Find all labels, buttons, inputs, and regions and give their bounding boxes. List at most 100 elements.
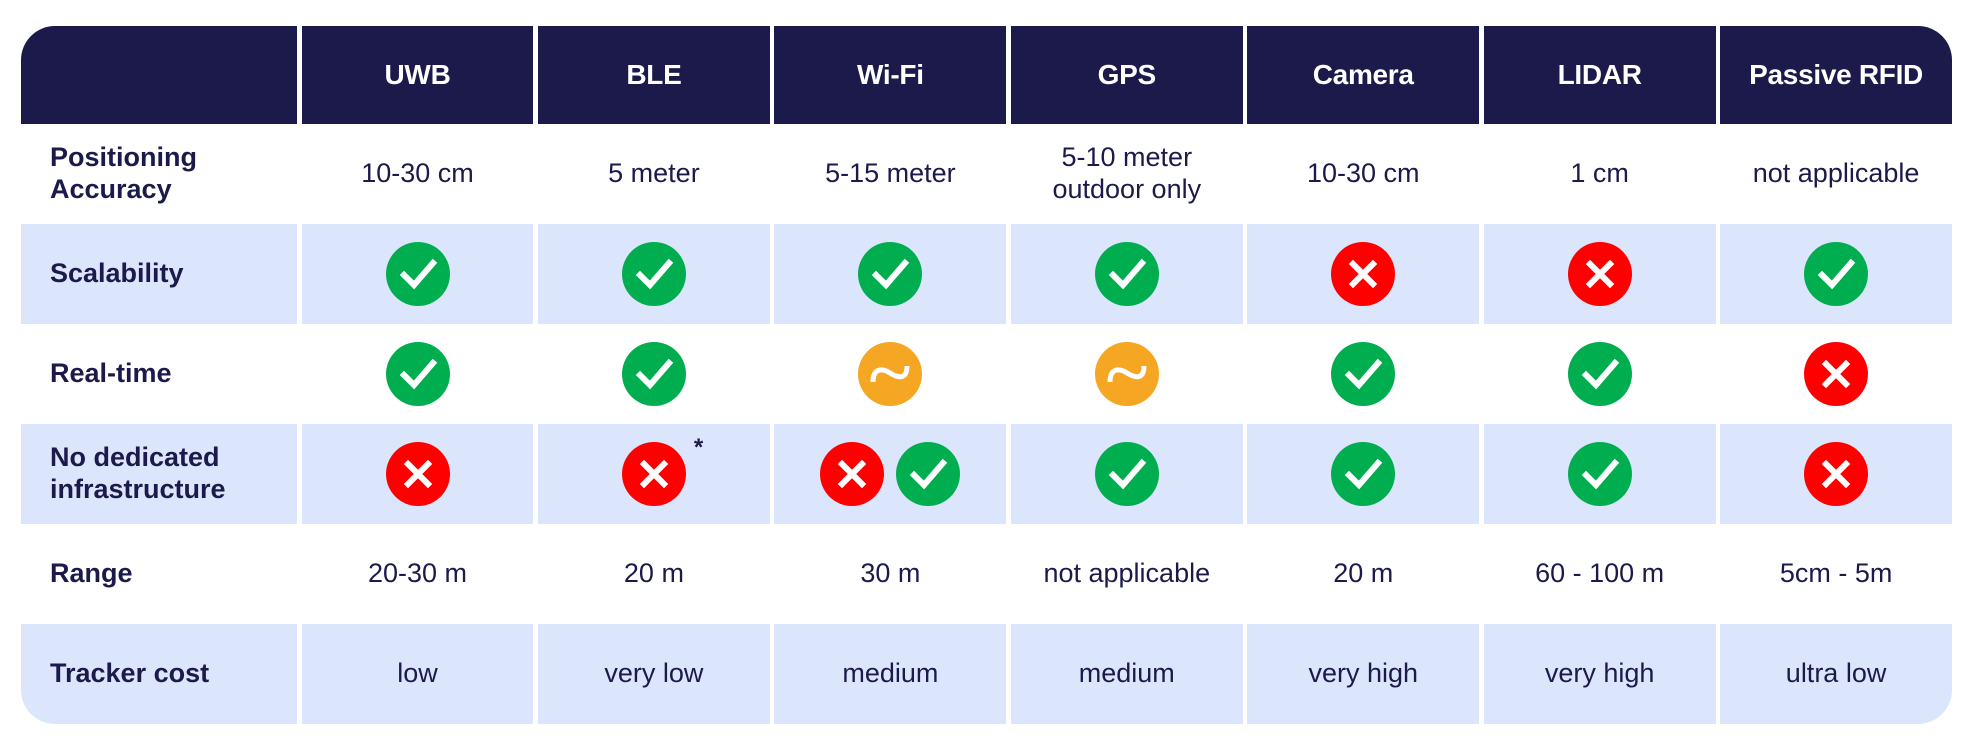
row-label-positioning-accuracy: Positioning Accuracy	[21, 124, 297, 224]
row-label-text: No dedicated infrastructure	[50, 442, 226, 506]
cell-no-dedicated-infrastructure-camera	[1247, 424, 1480, 524]
column-header-label: Wi-Fi	[857, 59, 924, 91]
footnote-asterisk: *	[693, 434, 704, 461]
cell-value: not applicable	[1043, 558, 1211, 589]
column-header-label: GPS	[1097, 59, 1157, 91]
cell-icons	[1094, 242, 1159, 306]
cell-icons	[820, 442, 961, 506]
cell-scalability-wi-fi	[774, 224, 1007, 324]
row-label-line: No dedicated	[50, 442, 220, 473]
cell-positioning-accuracy-passive-rfid: not applicable	[1720, 124, 1952, 224]
cell-real-time-ble	[538, 324, 770, 424]
check-icon	[1567, 342, 1632, 406]
row-label-text: Real-time	[50, 358, 172, 390]
column-header-camera: Camera	[1247, 26, 1480, 124]
cell-scalability-ble	[538, 224, 770, 324]
column-header-passive-rfid: Passive RFID	[1720, 26, 1952, 124]
cross-icon	[1331, 242, 1396, 306]
row-label-line: Positioning	[50, 142, 197, 173]
cell-range-uwb: 20-30 m	[302, 524, 534, 624]
cell-range-lidar: 60 - 100 m	[1484, 524, 1716, 624]
row-label-line: Accuracy	[50, 174, 172, 204]
column-header-label: Camera	[1312, 59, 1414, 91]
check-icon	[1567, 442, 1632, 506]
row-label-text: Tracker cost	[50, 658, 209, 690]
check-icon	[1094, 442, 1159, 506]
cell-no-dedicated-infrastructure-uwb	[301, 424, 534, 524]
cell-range-wi-fi: 30 m	[774, 524, 1006, 624]
cell-positioning-accuracy-gps: 5-10 meter outdoor only	[1011, 124, 1243, 224]
row-label-text: Scalability	[50, 258, 184, 290]
cell-icons	[858, 242, 923, 306]
cell-tracker-cost-camera: very high	[1247, 624, 1480, 724]
row-label-text: Range	[50, 558, 133, 590]
cell-icons	[1804, 342, 1869, 406]
row-label-line: Range	[50, 558, 133, 589]
cell-icons	[1567, 442, 1632, 506]
cell-icons	[1331, 442, 1396, 506]
cell-real-time-passive-rfid	[1720, 324, 1952, 424]
cell-icons	[621, 242, 686, 306]
approx-icon	[858, 342, 923, 406]
cell-icons	[1094, 442, 1159, 506]
cell-scalability-uwb	[301, 224, 534, 324]
cell-positioning-accuracy-lidar: 1 cm	[1484, 124, 1716, 224]
cell-value: 5cm - 5m	[1779, 558, 1893, 589]
cell-scalability-camera	[1247, 224, 1480, 324]
cell-value: 30 m	[860, 558, 921, 589]
row-label-line: Tracker cost	[50, 658, 210, 689]
cell-value: 1 cm	[1570, 158, 1629, 189]
cell-no-dedicated-infrastructure-wi-fi	[774, 424, 1007, 524]
check-icon	[1804, 242, 1869, 306]
cell-icons	[385, 442, 450, 506]
column-header-label: UWB	[384, 59, 451, 91]
cell-value-line: outdoor only	[1052, 174, 1202, 204]
cell-no-dedicated-infrastructure-ble: *	[538, 424, 770, 524]
row-label-tracker-cost: Tracker cost	[21, 624, 297, 724]
cell-value-line: 5-10 meter	[1061, 142, 1193, 173]
column-header-label: LIDAR	[1557, 59, 1642, 91]
cell-scalability-gps	[1010, 224, 1243, 324]
column-header-wi-fi: Wi-Fi	[774, 26, 1007, 124]
check-icon	[1094, 242, 1159, 306]
cell-scalability-passive-rfid	[1720, 224, 1952, 324]
cell-icons	[1567, 242, 1632, 306]
cell-value: 20 m	[1333, 558, 1394, 589]
cell-range-ble: 20 m	[538, 524, 770, 624]
cell-icons	[858, 342, 923, 406]
cell-icons	[1567, 342, 1632, 406]
column-header-label: BLE	[626, 59, 682, 91]
cell-value: very high	[1308, 658, 1418, 689]
cross-icon	[1804, 342, 1869, 406]
cell-tracker-cost-passive-rfid: ultra low	[1720, 624, 1952, 724]
cell-real-time-camera	[1247, 324, 1479, 424]
column-header-label: Passive RFID	[1749, 59, 1923, 91]
cell-value: medium	[842, 658, 939, 689]
cell-value: very high	[1544, 658, 1655, 689]
cross-icon	[1804, 442, 1869, 506]
check-icon	[1331, 442, 1396, 506]
cell-tracker-cost-lidar: very high	[1483, 624, 1716, 724]
header-corner	[21, 26, 297, 124]
cell-positioning-accuracy-camera: 10-30 cm	[1247, 124, 1479, 224]
check-icon	[896, 442, 961, 506]
cell-real-time-lidar	[1484, 324, 1716, 424]
cross-icon	[385, 442, 450, 506]
approx-icon	[1094, 342, 1159, 406]
cross-icon	[820, 442, 885, 506]
column-header-uwb: UWB	[301, 26, 534, 124]
cell-range-gps: not applicable	[1011, 524, 1243, 624]
cell-icons	[1094, 342, 1159, 406]
row-label-line: Scalability	[50, 258, 184, 289]
cell-icons	[1804, 442, 1869, 506]
cell-no-dedicated-infrastructure-gps	[1010, 424, 1243, 524]
cell-icons	[621, 342, 686, 406]
cell-value: 5 meter	[608, 158, 700, 189]
cell-tracker-cost-wi-fi: medium	[774, 624, 1007, 724]
cell-range-passive-rfid: 5cm - 5m	[1720, 524, 1952, 624]
cell-real-time-gps	[1011, 324, 1243, 424]
cell-value: not applicable	[1752, 158, 1920, 189]
check-icon	[621, 242, 686, 306]
cell-value: 10-30 cm	[1306, 158, 1420, 189]
cell-icons	[385, 242, 450, 306]
